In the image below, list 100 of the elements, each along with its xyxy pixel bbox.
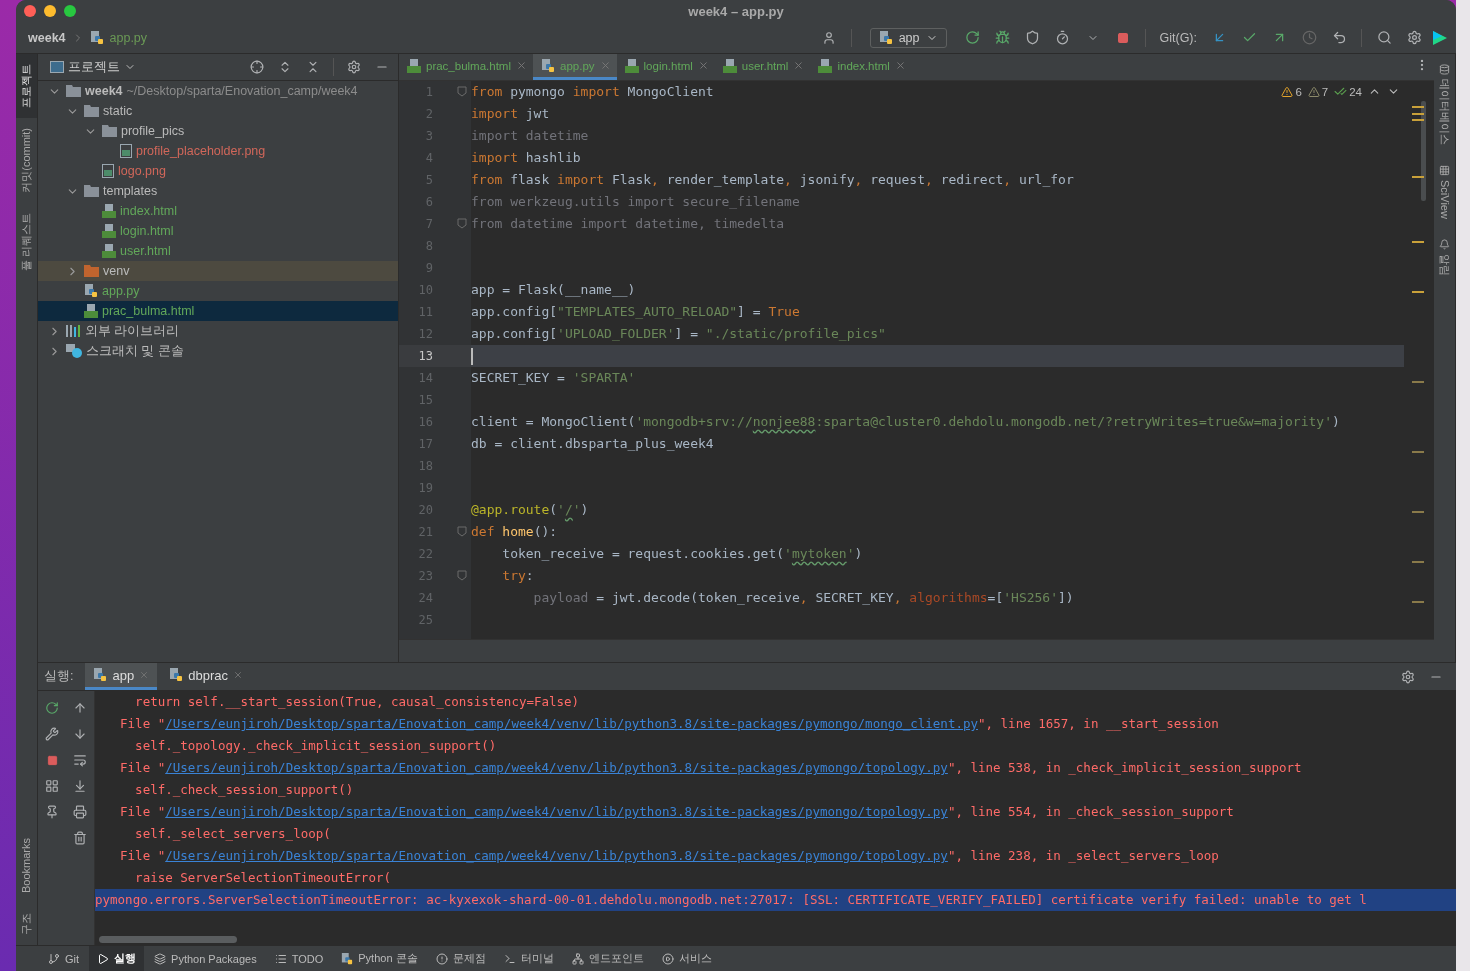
tree-item[interactable]: user.html <box>38 241 398 261</box>
tree-item[interactable]: 외부 라이브러리 <box>38 321 398 341</box>
tree-item[interactable]: prac_bulma.html <box>38 301 398 321</box>
tree-item[interactable]: app.py <box>38 281 398 301</box>
fold-icon[interactable] <box>457 218 467 229</box>
tree-item-label: templates <box>103 184 158 198</box>
tree-item[interactable]: index.html <box>38 201 398 221</box>
tree-item-label: user.html <box>120 244 171 258</box>
tool-window-tab[interactable]: Bookmarks <box>16 827 37 903</box>
tree-item[interactable]: logo.png <box>38 161 398 181</box>
close-icon[interactable] <box>697 60 709 71</box>
tool-window-tab[interactable]: 알림 <box>1434 228 1455 286</box>
tree-item-label: login.html <box>120 224 174 238</box>
close-icon[interactable] <box>793 60 805 71</box>
editor-tab[interactable]: login.html <box>616 54 715 80</box>
console-line: File "/Users/eunjiroh/Desktop/sparta/Enovation_camp/week4/venv/lib/python3.8/site-packages/pymongo/mongo_client.py", line 1657, in __start_session <box>119 715 1220 733</box>
close-icon[interactable] <box>894 60 906 71</box>
code-line: from datetime import datetime, timedelta <box>471 215 785 233</box>
editor-tab[interactable]: app.py <box>533 54 617 80</box>
run-tab[interactable]: dbprac <box>161 663 251 690</box>
console-line: self._select_servers_loop( <box>134 825 332 843</box>
file-link[interactable]: /Users/eunjiroh/Desktop/sparta/Enovation_camp/week4/venv/lib/python3.8/site-packages/pymongo/topology.py <box>165 848 948 863</box>
tool-window-label: 데이터베이스 <box>1438 79 1452 145</box>
tool-window-label: 알림 <box>1438 253 1452 276</box>
double-check-icon <box>1334 85 1348 98</box>
html-file-icon <box>102 224 116 238</box>
close-icon[interactable] <box>599 60 611 71</box>
tree-item[interactable]: static <box>38 101 398 121</box>
tool-window-tab[interactable]: 풀 리퀘스트 <box>16 202 37 281</box>
tree-item[interactable]: week4 ~/Desktop/sparta/Enovation_camp/week4 <box>38 81 398 101</box>
tree-item[interactable]: 스크래치 및 콘솔 <box>38 341 398 361</box>
tool-window-tab[interactable]: 데이터베이스 <box>1434 54 1455 155</box>
code-line: app.config['UPLOAD_FOLDER'] = "./static/profile_pics" <box>471 325 886 343</box>
python-file-icon <box>878 30 893 45</box>
code-line: client = MongoClient('mongodb+srv://nonjee88:sparta@cluster0.dehdolu.mongodb.net/?retryWrites=true&w=majority') <box>471 413 1340 431</box>
editor-tab[interactable]: user.html <box>714 54 811 80</box>
panel-icon <box>50 61 64 73</box>
scrollbar[interactable] <box>99 936 237 943</box>
close-icon[interactable] <box>232 670 243 680</box>
fold-icon[interactable] <box>457 86 467 97</box>
editor-tab[interactable]: prac_bulma.html <box>399 54 533 80</box>
tool-window-button[interactable]: Python Packages <box>146 946 265 971</box>
tool-window-tab[interactable]: 커밋(commit) <box>16 118 37 203</box>
code-line: import hashlib <box>471 149 581 167</box>
inspection-count[interactable]: 7 <box>1307 85 1329 98</box>
tool-window-tab[interactable]: 프로젝트 <box>16 54 37 118</box>
console-line: return self.__start_session(True, causal_consistency=False) <box>134 693 581 711</box>
tool-window-button[interactable]: Git <box>40 946 88 971</box>
text-cursor <box>471 347 473 365</box>
close-button[interactable] <box>24 5 36 17</box>
html-file-icon <box>407 58 421 73</box>
tool-window-button[interactable]: 실행 <box>89 946 145 971</box>
tool-window-tab[interactable]: SciView <box>1434 155 1455 229</box>
close-icon[interactable] <box>516 60 527 71</box>
run-label: 실행: <box>44 668 74 685</box>
run-configuration-dropdown[interactable]: app <box>869 27 947 48</box>
python-file-icon <box>89 30 104 45</box>
breadcrumb-item[interactable]: app.py <box>109 30 148 45</box>
console-line: self._check_session_support() <box>134 781 355 799</box>
tool-window-button[interactable]: 터미널 <box>495 946 562 971</box>
tool-window-button[interactable]: 문제점 <box>427 946 494 971</box>
code-line: payload = jwt.decode(token_receive, SECRET_KEY, algorithms=['HS256']) <box>532 589 1074 607</box>
git-label: Git(G): <box>1159 30 1197 45</box>
tree-item[interactable]: venv <box>38 261 398 281</box>
code-line: from pymongo import MongoClient <box>471 83 714 101</box>
python-file-icon <box>93 668 108 682</box>
inspection-count[interactable]: 24 <box>1334 85 1362 98</box>
fold-icon[interactable] <box>457 526 467 537</box>
panel-title[interactable]: 프로젝트 <box>68 58 120 76</box>
inspection-count[interactable]: 6 <box>1281 85 1302 98</box>
file-link[interactable]: /Users/eunjiroh/Desktop/sparta/Enovation_camp/week4/venv/lib/python3.8/site-packages/pymongo/topology.py <box>165 760 948 775</box>
tree-item[interactable]: profile_placeholder.png <box>38 141 398 161</box>
python-file-icon <box>541 58 555 73</box>
python-file-icon <box>341 952 354 965</box>
html-file-icon <box>84 304 98 318</box>
folder-icon <box>84 185 99 197</box>
tree-item-label: profile_placeholder.png <box>136 144 266 158</box>
minimize-button[interactable] <box>44 5 56 17</box>
file-link[interactable]: /Users/eunjiroh/Desktop/sparta/Enovation_camp/week4/venv/lib/python3.8/site-packages/pymongo/mongo_client.py <box>165 716 978 731</box>
tool-window-button[interactable]: 엔드포인트 <box>563 946 652 971</box>
breadcrumb-item[interactable]: week4 <box>28 30 66 45</box>
image-file-icon <box>102 164 114 178</box>
zoom-button[interactable] <box>64 5 76 17</box>
run-tab[interactable]: app <box>85 663 158 690</box>
tree-item[interactable]: login.html <box>38 221 398 241</box>
network-icon <box>571 952 584 965</box>
folder-icon <box>66 85 81 97</box>
tree-item[interactable]: templates <box>38 181 398 201</box>
fold-icon[interactable] <box>457 570 467 581</box>
tree-item-label: 외부 라이브러리 <box>85 322 180 340</box>
file-link[interactable]: /Users/eunjiroh/Desktop/sparta/Enovation_camp/week4/venv/lib/python3.8/site-packages/pymongo/topology.py <box>165 804 948 819</box>
logo-icon[interactable] <box>1432 29 1448 46</box>
tree-item[interactable]: profile_pics <box>38 121 398 141</box>
tool-window-button[interactable]: TODO <box>266 946 332 971</box>
tool-window-button[interactable]: Python 콘솔 <box>333 946 426 971</box>
editor-tab[interactable]: index.html <box>810 54 912 80</box>
folder-icon <box>84 105 99 117</box>
tool-window-tab[interactable]: 구조 <box>16 903 37 945</box>
tree-item-label: logo.png <box>118 164 166 178</box>
tool-window-button[interactable]: 서비스 <box>653 946 720 971</box>
